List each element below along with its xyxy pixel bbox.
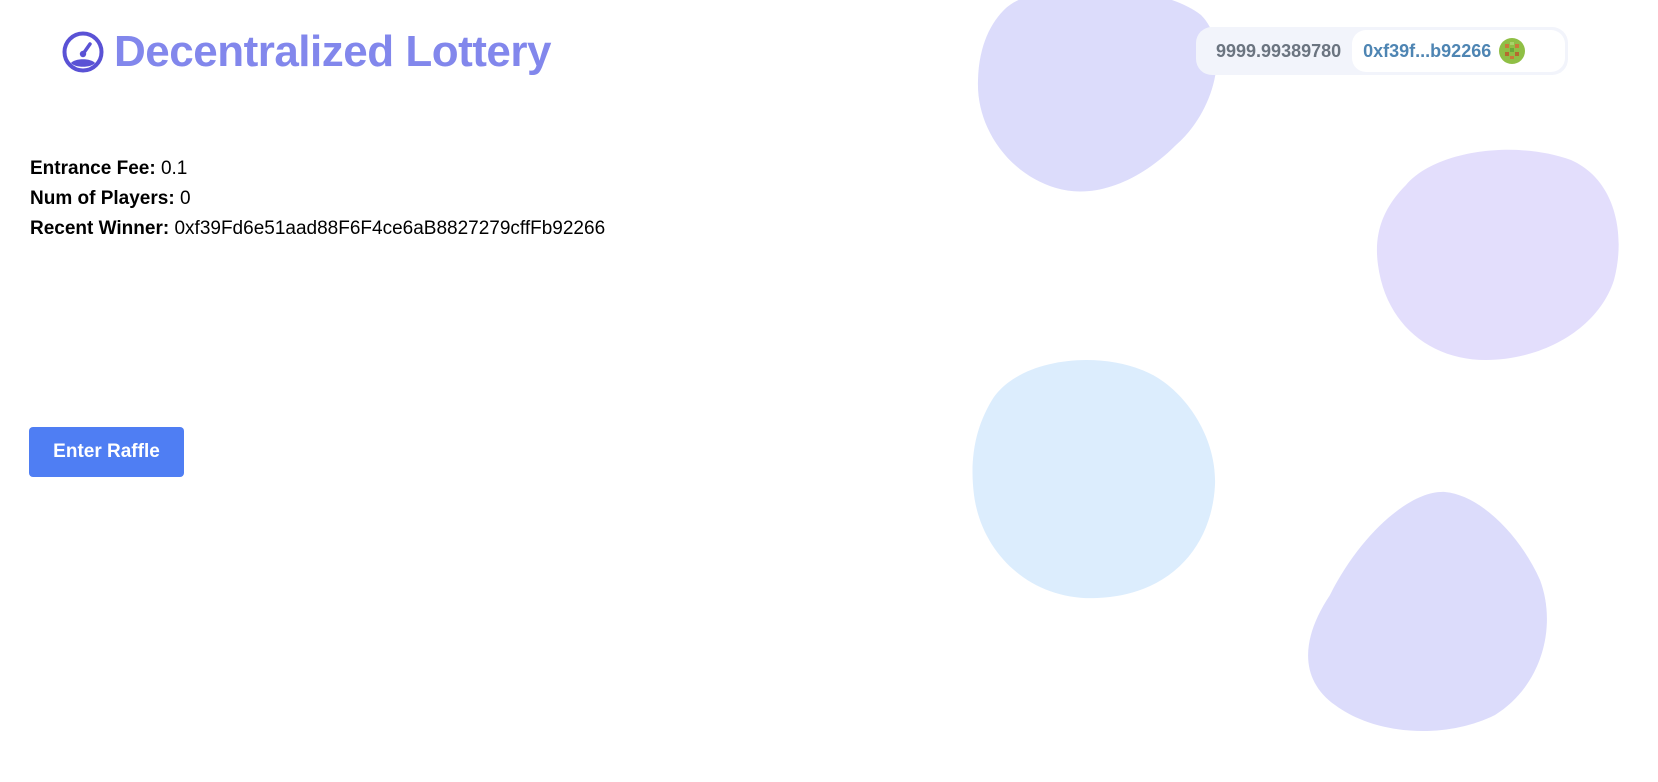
identicon-avatar-icon [1499,38,1526,64]
num-players-row: Num of Players: 0 [30,184,605,214]
app-page: Decentralized Lottery 9999.99389780 0xf3… [0,0,1658,782]
account-button[interactable]: 0xf39f...b92266 [1352,30,1565,72]
entrance-fee-row: Entrance Fee: 0.1 [30,154,605,184]
decorative-blob-right [1376,149,1619,360]
entrance-fee-label: Entrance Fee: [30,158,156,179]
recent-winner-value: 0xf39Fd6e51aad88F6F4ce6aB8827279cffFb922… [174,218,606,239]
recent-winner-label: Recent Winner: [30,218,170,239]
page-title: Decentralized Lottery [114,27,551,76]
app-header: Decentralized Lottery [62,24,551,80]
wallet-widget: 9999.99389780 0xf39f...b92266 [1196,27,1568,75]
enter-raffle-button[interactable]: Enter Raffle [29,427,184,477]
num-players-value: 0 [179,188,191,209]
num-players-label: Num of Players: [30,188,175,209]
recent-winner-row: Recent Winner: 0xf39Fd6e51aad88F6F4ce6aB… [30,214,605,244]
wallet-balance: 9999.99389780 [1216,40,1342,61]
decorative-blob-middle [972,360,1216,599]
entrance-fee-value: 0.1 [160,158,188,179]
gauge-icon [62,31,104,73]
wallet-address: 0xf39f...b92266 [1363,40,1492,61]
raffle-info: Entrance Fee: 0.1 Num of Players: 0 Rece… [30,154,605,244]
decorative-blob-bottom [1308,491,1547,732]
decorative-blob-top [977,0,1217,192]
